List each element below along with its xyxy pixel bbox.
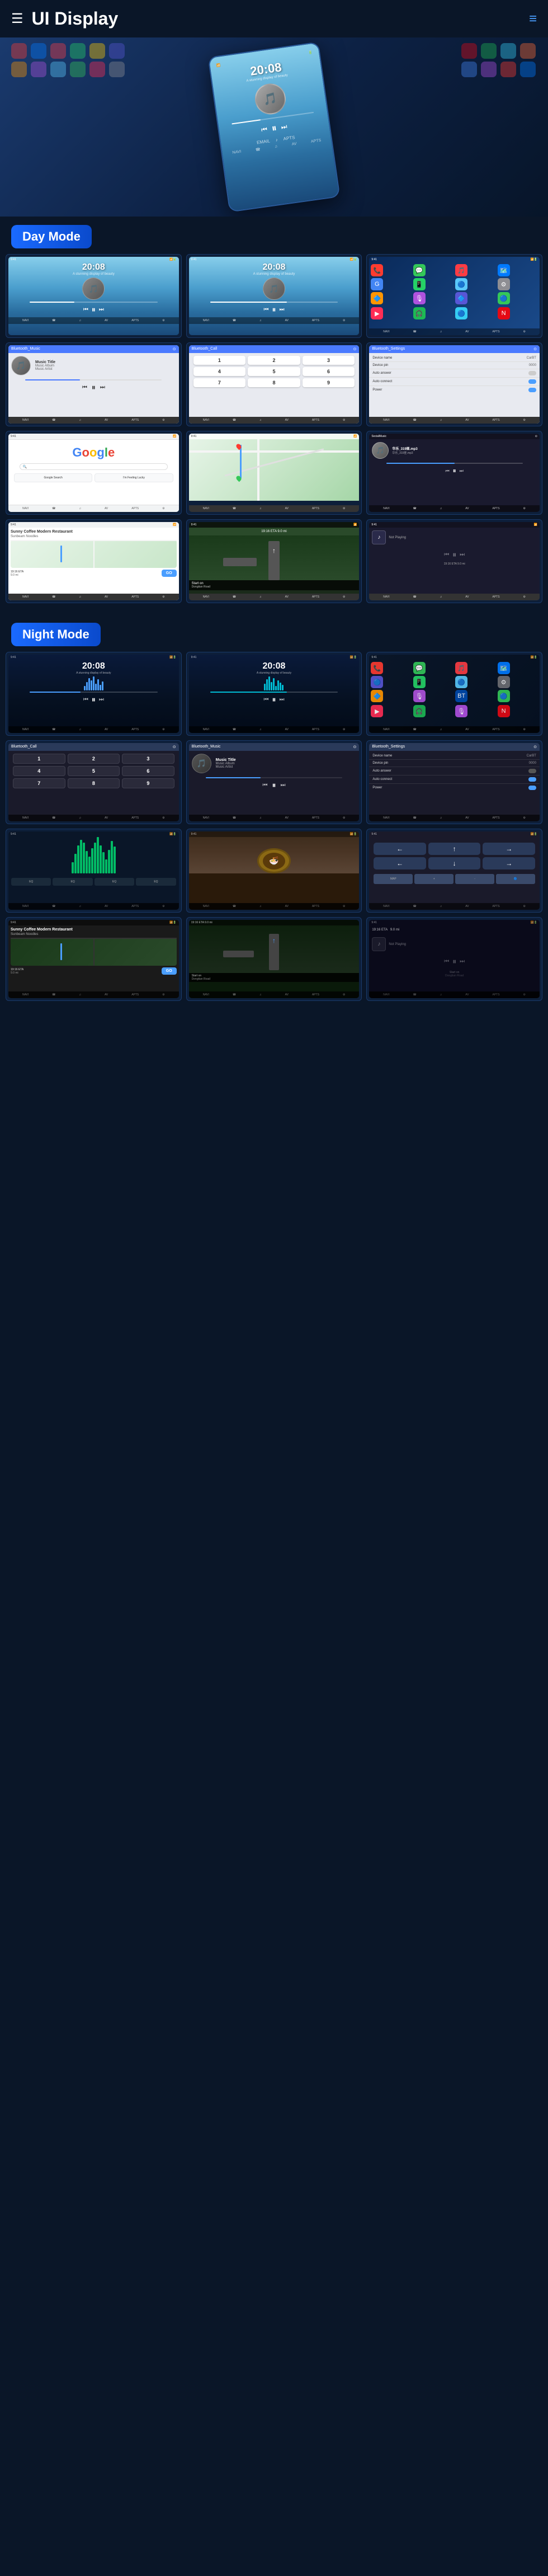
- day-music-screen-2: 9:41📶🔋 20:08 A stunning display of beaut…: [186, 254, 362, 338]
- d1-date: A stunning display of beauty: [8, 272, 179, 276]
- menu-icon[interactable]: ☰: [11, 11, 23, 27]
- go-button[interactable]: GO: [162, 570, 177, 577]
- d1-controls: ⏮ ⏸ ⏭: [8, 304, 179, 316]
- not-playing-screen: 9:41📶 ♪ Not Playing ⏮ ⏸ ⏭ 19:16 E: [366, 519, 542, 603]
- day-music-screen-1: 9:41📶🔋 20:08 A stunning display of beaut…: [6, 254, 182, 338]
- food-photo-screen: 9:41📶🔋 🍜 NAVI☎♫AVAPTS⚙: [186, 829, 362, 913]
- night-map-nav: 19:16 ETA 9.0 mi ↑ Start on Dongtian Roa…: [186, 917, 362, 1001]
- header-left: ☰ UI Display: [11, 8, 118, 29]
- night-go-button[interactable]: GO: [162, 967, 177, 975]
- google-screen: 9:41📶 Google 🔍 Google Search I'm Feeling…: [6, 431, 182, 515]
- night-not-playing: 9:41📶🔋 19:16 ETA 9.0 mi ♪ Not Playing ⏮ …: [366, 917, 542, 1001]
- night-bt-music: Bluetooth_Music ⊙ 🎵 Music Title Music Al…: [186, 740, 362, 824]
- night-mode-section: Night Mode 9:41📶🔋 20:08 A stunning displ…: [0, 614, 548, 1001]
- bt-music-artist: Music Artist: [35, 368, 55, 371]
- night-music-1: 9:41📶🔋 20:08 A stunning display of beaut…: [6, 652, 182, 736]
- sunny-coffee-screen: 9:41📶 Sunny Coffee Modern Restaurant Sun…: [6, 519, 182, 603]
- bt-call-title: Bluetooth_Call: [192, 347, 218, 351]
- bt-settings-title: Bluetooth_Settings: [372, 347, 405, 351]
- main-container: ☰ UI Display ≡: [0, 0, 548, 1029]
- hero-device: 📶 🔋 20:08 A stunning display of beauty 🎵…: [207, 41, 340, 212]
- nav-icon[interactable]: ≡: [529, 11, 537, 27]
- night-bt-call: Bluetooth_Call ⊙ 1 2 3 4 5 6 7 8 9: [6, 740, 182, 824]
- map-screen: 9:41📶: [186, 431, 362, 515]
- night-coffee-screen: 9:41📶🔋 Sunny Coffee Modern Restaurant Su…: [6, 917, 182, 1001]
- night-row-2: Bluetooth_Call ⊙ 1 2 3 4 5 6 7 8 9: [0, 740, 548, 824]
- map-nav-screen: 9:41📶 19:16 ETA 9.0 mi ↑ Start on: [186, 519, 362, 603]
- bluetooth-call-screen: Bluetooth_Call ⊙ 1 2 3 4 5 6 7 8 9: [186, 342, 362, 426]
- day-row-3: 9:41📶 Google 🔍 Google Search I'm Feeling…: [0, 431, 548, 515]
- hero-album-art: 🎵: [253, 82, 287, 116]
- day-row-1: 9:41📶🔋 20:08 A stunning display of beaut…: [0, 254, 548, 338]
- d1-time: 20:08: [8, 262, 179, 272]
- night-map-controls: 9:41📶🔋 ← ↑ → ← ↓ → MAP + -: [366, 829, 542, 913]
- bt-music-title: Bluetooth_Music: [11, 347, 40, 351]
- bluetooth-music-screen: Bluetooth_Music ⊙ 🎵 Music Title Music Al…: [6, 342, 182, 426]
- d2-time: 20:08: [189, 262, 360, 272]
- day-app-grid: 9:41📶🔋 📞 💬 🎵 🗺️ G 📱 🔵 ⚙ 🔷 🎙 🔷: [366, 254, 542, 338]
- bt-music-track: Music Title: [35, 360, 55, 364]
- google-logo: Google: [11, 445, 176, 460]
- day-row-4: 9:41📶 Sunny Coffee Modern Restaurant Sun…: [0, 519, 548, 603]
- night-row-1: 9:41📶🔋 20:08 A stunning display of beaut…: [0, 652, 548, 736]
- hero-section: 📶 🔋 20:08 A stunning display of beauty 🎵…: [0, 37, 548, 217]
- d1-album: 🎵: [82, 278, 105, 300]
- night-eq-screen: 9:41📶🔋: [6, 829, 182, 913]
- night-bt-settings: Bluetooth_Settings ⊙ Device name CarBT D…: [366, 740, 542, 824]
- day-row-2: Bluetooth_Music ⊙ 🎵 Music Title Music Al…: [0, 342, 548, 426]
- night-row-3: 9:41📶🔋: [0, 829, 548, 913]
- day-mode-section: Day Mode 9:41📶🔋 20:08 A stunning display…: [0, 217, 548, 603]
- day-mode-label: Day Mode: [11, 225, 92, 248]
- night-app-grid: 9:41📶🔋 📞 💬 🎵 🗺️ 🔵 📱 🔵 ⚙ 🔷 🎙 BT: [366, 652, 542, 736]
- local-music-screen: SocialMusic⊙ 🎵 华乐_319匪.mp3 华乐_319匪.mp3 ⏮…: [366, 431, 542, 515]
- page-title: UI Display: [32, 8, 119, 29]
- night-music-2: 9:41📶🔋 20:08 A stunning display of beaut…: [186, 652, 362, 736]
- bluetooth-settings-screen: Bluetooth_Settings ⊙ Device name CarBT D…: [366, 342, 542, 426]
- hero-controls: ⏮ ⏸ ⏭: [260, 119, 288, 138]
- header: ☰ UI Display ≡: [0, 0, 548, 37]
- night-row-4: 9:41📶🔋 Sunny Coffee Modern Restaurant Su…: [0, 917, 548, 1001]
- night-mode-label: Night Mode: [11, 623, 101, 646]
